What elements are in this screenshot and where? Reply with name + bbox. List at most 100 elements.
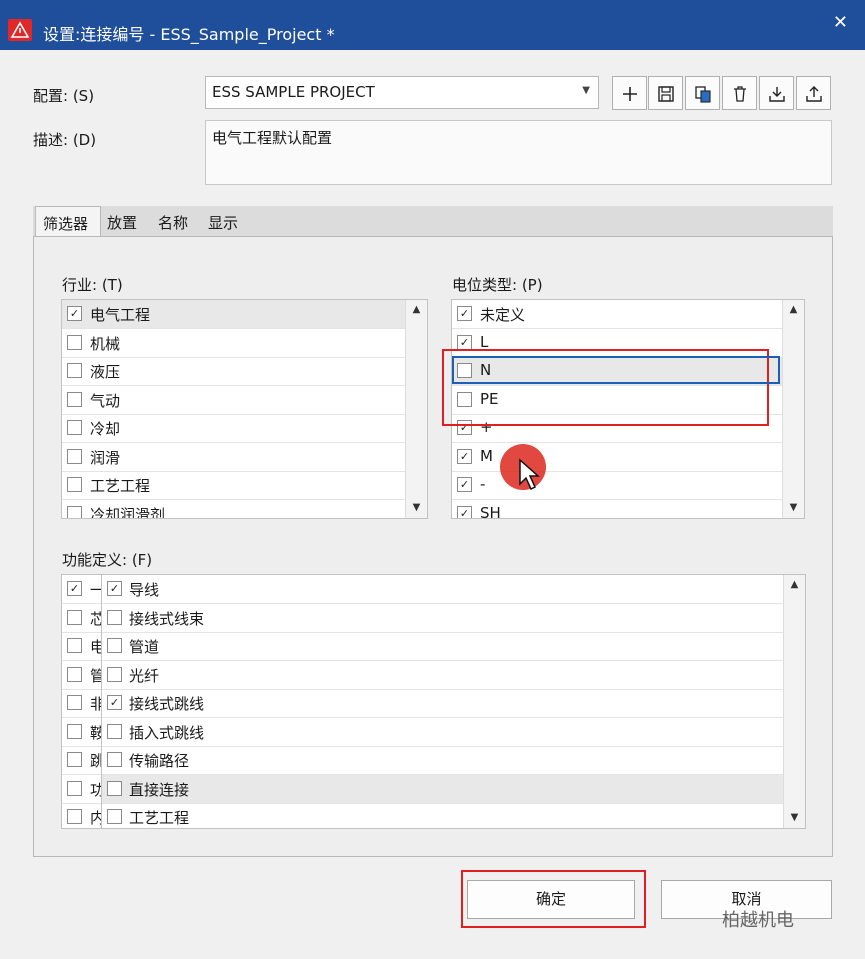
checkbox[interactable]: ✓ xyxy=(107,695,122,710)
checkbox[interactable] xyxy=(67,638,82,653)
industry-list[interactable]: 冷却润滑剂 工艺工程 润滑 冷却 气动 液压 机械 ✓ 电气工程 ▲ ▼ xyxy=(61,299,428,519)
copy-config-button[interactable] xyxy=(685,76,720,110)
config-select[interactable]: ESS SAMPLE PROJECT ▼ xyxy=(205,76,599,109)
list-item[interactable]: 气动 xyxy=(62,386,405,415)
list-item-label: 导线 xyxy=(129,581,160,599)
list-item-label: - xyxy=(480,475,486,493)
function-def-label: 功能定义: (F) xyxy=(62,551,153,569)
scroll-down-icon[interactable]: ▼ xyxy=(784,808,805,828)
checkbox[interactable]: ✓ xyxy=(457,306,472,321)
list-item[interactable]: 工艺工程 xyxy=(102,803,783,828)
import-icon xyxy=(769,87,785,102)
function-def-dropdown-list[interactable]: 工艺工程 直接连接 传输路径 插入式跳线 ✓ 接线式跳线 光纤 管道 接线式线束 ✓ 导线 ▲ ▼ xyxy=(101,574,806,829)
list-item[interactable]: ✓ 电气工程 xyxy=(62,300,405,329)
export-config-button[interactable] xyxy=(796,76,831,110)
industry-scrollbar[interactable]: ▲ ▼ xyxy=(405,300,427,518)
checkbox[interactable]: ✓ xyxy=(67,581,82,596)
list-item[interactable]: 光纤 xyxy=(102,661,783,690)
plus-icon xyxy=(623,87,637,101)
list-item[interactable]: ✓ SH xyxy=(452,500,782,519)
checkbox[interactable] xyxy=(107,809,122,824)
checkbox[interactable] xyxy=(67,334,82,350)
tab-strip: 筛选器 放置 名称 显示 xyxy=(33,206,833,238)
add-config-button[interactable] xyxy=(612,76,647,110)
checkbox[interactable]: ✓ xyxy=(457,448,472,464)
selected-row-focus xyxy=(452,356,780,384)
checkbox[interactable] xyxy=(107,752,122,767)
list-item[interactable]: 传输路径 xyxy=(102,746,783,775)
checkbox[interactable] xyxy=(67,363,82,378)
list-item-label: 润滑 xyxy=(90,448,121,467)
checkbox[interactable] xyxy=(67,809,82,824)
checkbox[interactable]: ✓ xyxy=(107,581,122,596)
checkbox[interactable] xyxy=(107,666,122,682)
delete-icon xyxy=(734,86,746,102)
title-bar: 设置:连接编号 - ESS_Sample_Project * ✕ xyxy=(0,0,865,50)
checkbox[interactable] xyxy=(107,638,122,653)
mouse-pointer-icon xyxy=(519,458,540,491)
list-item[interactable]: ✓ 未定义 xyxy=(452,300,782,329)
checkbox[interactable] xyxy=(67,391,82,407)
checkbox[interactable] xyxy=(67,420,82,435)
list-item[interactable]: 机械 xyxy=(62,329,405,358)
list-item[interactable]: 管道 xyxy=(102,632,783,661)
checkbox[interactable]: ✓ xyxy=(457,334,472,350)
list-item-label: 管道 xyxy=(129,638,160,656)
checkbox[interactable] xyxy=(67,780,82,796)
checkbox[interactable] xyxy=(107,780,122,796)
checkbox[interactable] xyxy=(67,723,82,739)
list-item-label: 工艺工程 xyxy=(90,477,151,495)
function-scrollbar[interactable]: ▲ ▼ xyxy=(783,575,805,828)
list-item[interactable]: ✓ 接线式跳线 xyxy=(102,689,783,718)
config-value: ESS SAMPLE PROJECT xyxy=(212,83,375,101)
save-config-button[interactable] xyxy=(648,76,683,110)
export-icon xyxy=(806,86,822,102)
industry-label: 行业: (T) xyxy=(62,276,123,294)
tab-display[interactable]: 显示 xyxy=(208,206,252,237)
checkbox[interactable]: ✓ xyxy=(457,505,472,518)
checkbox[interactable] xyxy=(67,477,82,492)
list-item[interactable]: 液压 xyxy=(62,357,405,386)
copy-icon xyxy=(695,86,711,103)
window-title: 设置:连接编号 - ESS_Sample_Project * xyxy=(43,25,335,44)
checkbox[interactable] xyxy=(67,505,82,518)
tab-filter[interactable]: 筛选器 xyxy=(35,206,101,238)
list-item-label: 传输路径 xyxy=(129,752,190,770)
checkbox[interactable]: ✓ xyxy=(457,477,472,492)
list-item-label: 冷却 xyxy=(90,420,121,438)
list-item[interactable]: 接线式线束 xyxy=(102,604,783,633)
chevron-down-icon: ▼ xyxy=(582,85,590,96)
potential-type-label: 电位类型: (P) xyxy=(452,276,543,294)
close-icon[interactable]: ✕ xyxy=(833,12,848,33)
checkbox[interactable]: ✓ xyxy=(67,306,82,321)
list-item-label: 接线式线束 xyxy=(129,609,205,628)
scroll-down-icon[interactable]: ▼ xyxy=(783,498,804,518)
checkbox[interactable] xyxy=(107,609,122,625)
scroll-up-icon[interactable]: ▲ xyxy=(406,300,427,320)
checkbox[interactable] xyxy=(67,666,82,682)
highlight-box-ok xyxy=(461,870,646,928)
checkbox[interactable] xyxy=(107,723,122,739)
list-item[interactable]: ✓ 导线 xyxy=(102,575,783,604)
list-item[interactable]: 冷却润滑剂 xyxy=(62,500,405,518)
scroll-down-icon[interactable]: ▼ xyxy=(406,498,427,518)
description-field[interactable]: 电气工程默认配置 xyxy=(205,120,832,185)
list-item-label: SH xyxy=(480,503,501,519)
delete-config-button[interactable] xyxy=(722,76,757,110)
list-item-label: 气动 xyxy=(90,391,121,410)
import-config-button[interactable] xyxy=(759,76,794,110)
list-item[interactable]: 直接连接 xyxy=(102,774,783,804)
list-item[interactable]: 润滑 xyxy=(62,443,405,472)
list-item[interactable]: 冷却 xyxy=(62,414,405,443)
list-item[interactable]: 插入式跳线 xyxy=(102,718,783,747)
scroll-up-icon[interactable]: ▲ xyxy=(783,300,804,320)
potential-scrollbar[interactable]: ▲ ▼ xyxy=(782,300,804,518)
checkbox[interactable] xyxy=(67,695,82,710)
checkbox[interactable] xyxy=(67,609,82,625)
scroll-up-icon[interactable]: ▲ xyxy=(784,575,805,595)
list-item[interactable]: 工艺工程 xyxy=(62,471,405,500)
checkbox[interactable] xyxy=(67,448,82,464)
checkbox[interactable] xyxy=(67,752,82,767)
tab-name[interactable]: 名称 xyxy=(158,206,202,237)
tab-placement[interactable]: 放置 xyxy=(107,206,151,237)
